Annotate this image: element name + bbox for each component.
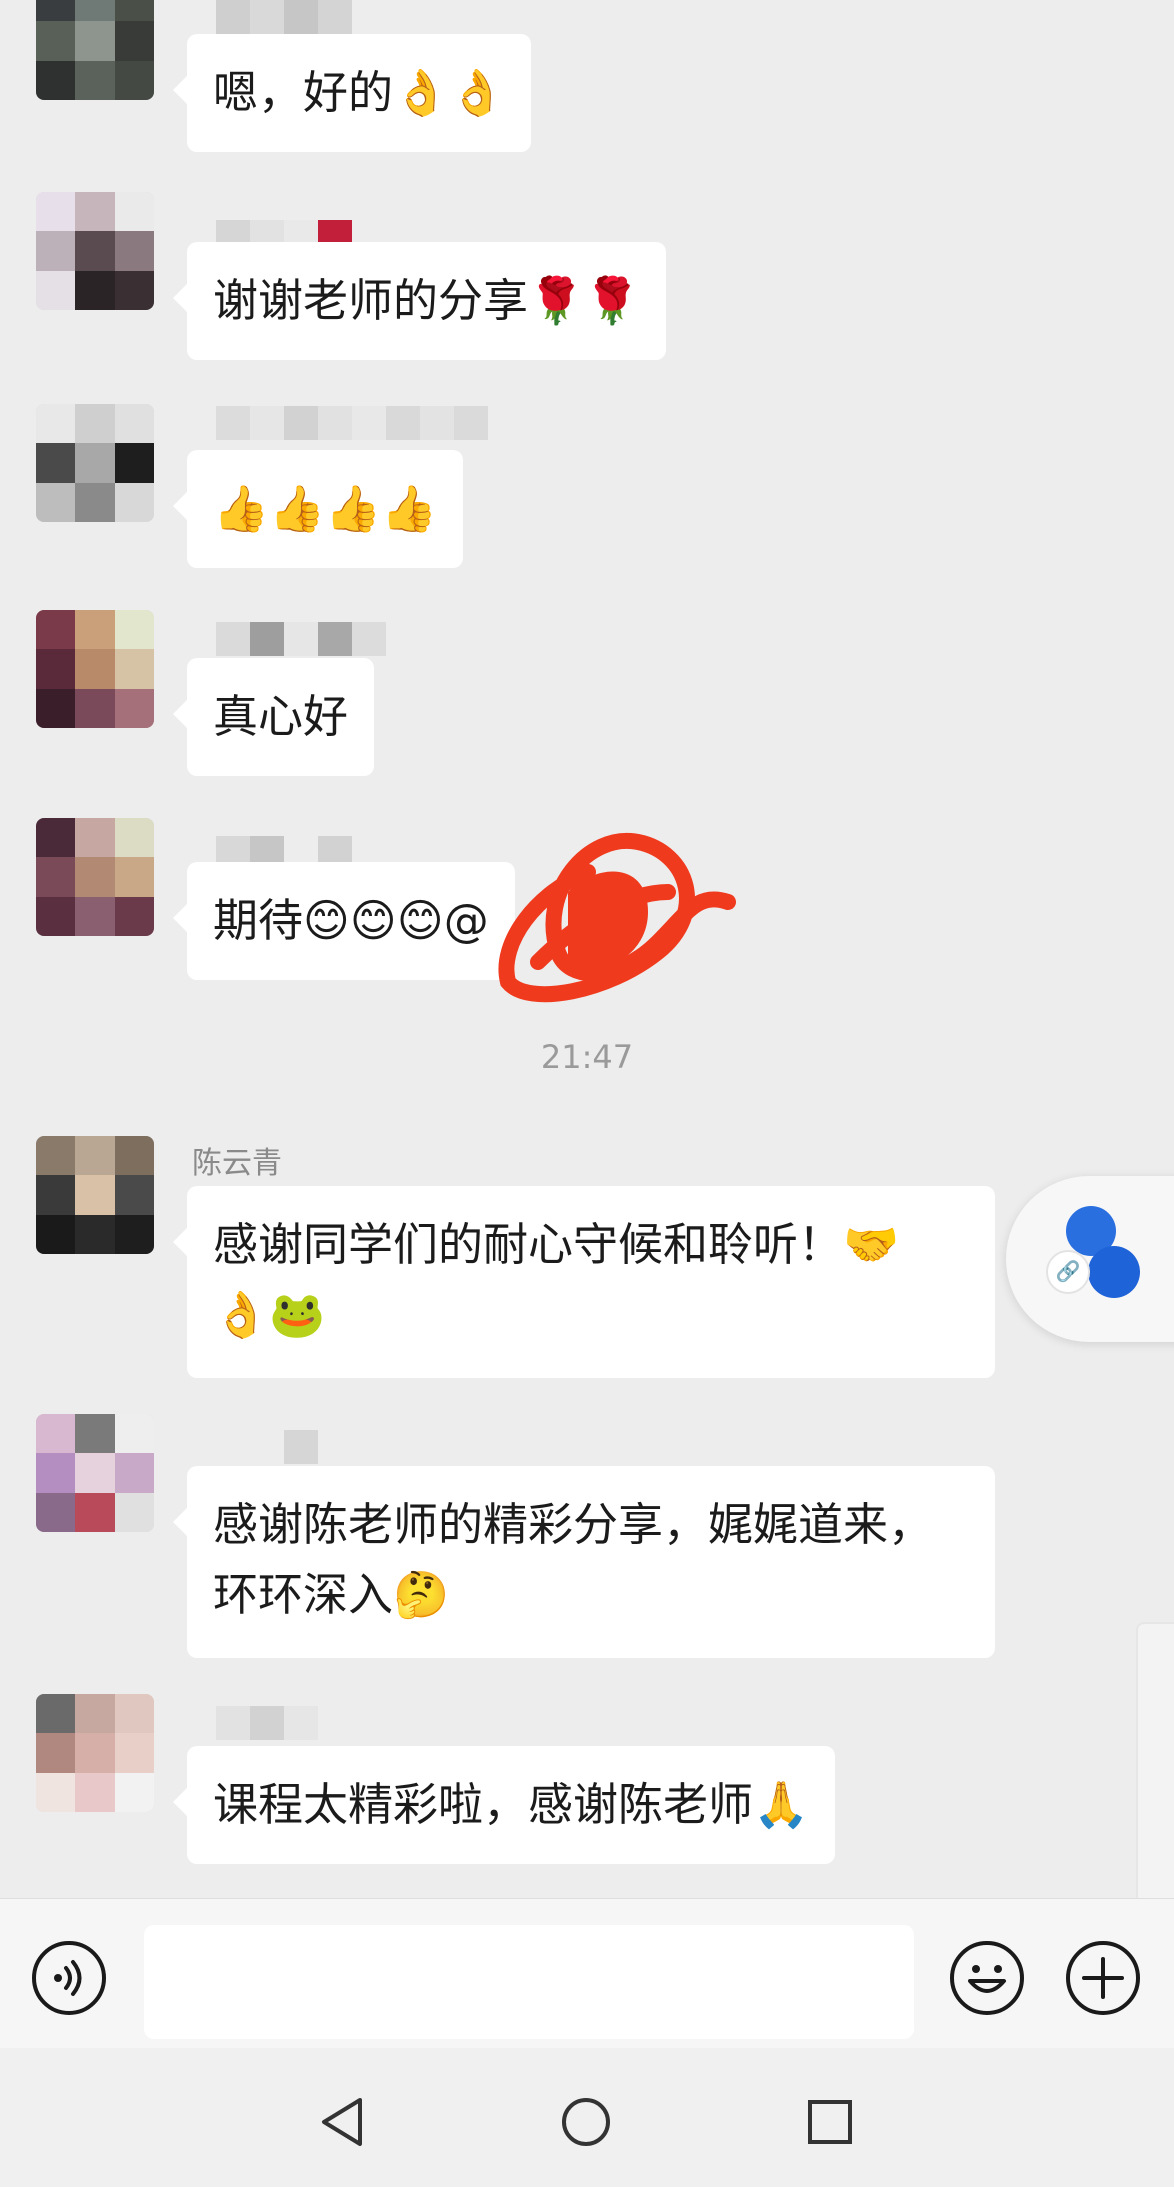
sender-name-blurred — [216, 622, 386, 656]
voice-input-icon — [54, 1960, 82, 1996]
message-bubble[interactable]: 嗯，好的👌👌 — [172, 34, 532, 152]
mention-text: @ — [443, 894, 489, 947]
message-bubble[interactable]: 真心好 — [172, 658, 375, 776]
message-input[interactable] — [144, 1925, 914, 2039]
music-note-icon — [1088, 1246, 1140, 1298]
plus-icon — [1082, 1957, 1124, 1999]
message-emoji: 🙏 — [753, 1778, 810, 1831]
redaction-scribble — [498, 832, 736, 1003]
avatar[interactable] — [36, 610, 154, 728]
sender-name-blurred — [216, 1706, 318, 1740]
message-bubble[interactable]: 👍👍👍👍 — [172, 450, 464, 568]
chat-message-list[interactable]: 嗯，好的👌👌 谢谢老师的分享🌹🌹 👍👍👍👍 真心好 期待😊😊😊@ 21:47 陈… — [0, 0, 1174, 1898]
message-text: 感谢同学们的耐心守候和聆听！ — [213, 1218, 844, 1271]
sender-name-blurred — [216, 406, 488, 440]
message-emoji: 🌹🌹 — [528, 274, 641, 327]
message-text: 嗯，好的 — [213, 66, 394, 119]
plus-icon[interactable] — [1066, 1941, 1140, 2015]
sender-name-blurred — [216, 0, 352, 34]
message-text: 课程太精彩啦，感谢陈老师 — [213, 1778, 754, 1831]
side-edge-panel[interactable] — [1136, 1622, 1174, 1898]
sender-name: 陈云青 — [192, 1146, 282, 1181]
avatar[interactable] — [36, 404, 154, 522]
avatar[interactable] — [36, 1136, 154, 1254]
message-bubble[interactable]: 感谢同学们的耐心守候和聆听！🤝 👌🐸 — [173, 1186, 995, 1378]
message-text: 期待 — [213, 894, 304, 947]
emoji-icon — [968, 1965, 1006, 1993]
message-emoji: 👌👌 — [393, 66, 506, 119]
message-emoji-line2: 👌🐸 — [213, 1288, 326, 1341]
message-emoji: 😊😊😊 — [303, 894, 444, 947]
timestamp: 21:47 — [540, 1038, 634, 1076]
avatar[interactable] — [36, 1694, 154, 1812]
emoji-icon[interactable] — [950, 1941, 1024, 2015]
message-bubble[interactable]: 谢谢老师的分享🌹🌹 — [172, 242, 667, 360]
message-text: 真心好 — [213, 690, 349, 743]
message-bubble[interactable]: 感谢陈老师的精彩分享，娓娓道来， 环环深入🤔 — [173, 1466, 995, 1658]
message-emoji: 👍👍👍👍 — [213, 482, 438, 535]
message-text: 谢谢老师的分享 — [213, 274, 529, 327]
message-emoji: 🤔 — [393, 1568, 450, 1621]
floating-music-button[interactable]: 🔗 — [1006, 1176, 1174, 1342]
avatar[interactable] — [36, 1414, 154, 1532]
message-text: 感谢陈老师的精彩分享，娓娓道来， — [213, 1498, 934, 1551]
system-navigation-bar — [0, 2048, 1174, 2187]
back-triangle-icon[interactable] — [312, 2092, 372, 2152]
message-bubble[interactable]: 课程太精彩啦，感谢陈老师🙏 — [172, 1746, 836, 1864]
message-text-line2: 环环深入 — [213, 1568, 394, 1621]
home-circle-icon[interactable] — [556, 2092, 616, 2152]
message-emoji: 🤝 — [843, 1218, 900, 1271]
avatar[interactable] — [36, 818, 154, 936]
link-icon: 🔗 — [1046, 1250, 1090, 1294]
voice-input-icon[interactable] — [32, 1941, 106, 2015]
recent-square-icon[interactable] — [800, 2092, 860, 2152]
input-bar — [0, 1898, 1174, 2049]
message-bubble[interactable]: 期待😊😊😊@ — [173, 862, 515, 980]
avatar[interactable] — [36, 192, 154, 310]
avatar[interactable] — [36, 0, 154, 100]
sender-name-blurred — [216, 1430, 318, 1464]
